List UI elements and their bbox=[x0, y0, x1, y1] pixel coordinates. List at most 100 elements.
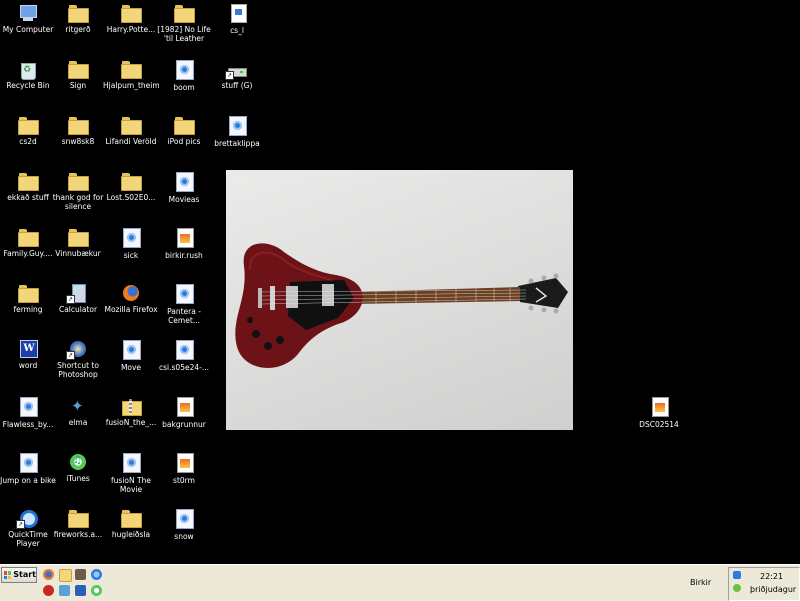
media-file-icon bbox=[176, 172, 194, 192]
image-file-icon bbox=[176, 228, 194, 248]
desktop-icon-my-computer[interactable]: My Computer bbox=[0, 0, 56, 54]
desktop-icon-itunes[interactable]: iTunes bbox=[50, 449, 106, 503]
clock-day: þriðjudagur bbox=[750, 585, 797, 594]
desktop-icon-folder[interactable]: snw8sk8 bbox=[50, 112, 106, 166]
desktop-icon-drive[interactable]: ↗ stuff (G) bbox=[209, 56, 265, 110]
icon-label: Jump on a bike bbox=[0, 477, 56, 485]
desktop-icon-photoshop[interactable]: ↗ Shortcut to Photoshop bbox=[50, 336, 106, 390]
desktop-icon-folder[interactable]: thank god for silence bbox=[50, 168, 106, 222]
icon-label: thank god for silence bbox=[52, 194, 104, 211]
desktop-icon-folder[interactable]: Lost.S02E0... bbox=[103, 168, 159, 222]
desktop-icon-folder[interactable]: Family.Guy.... bbox=[0, 224, 56, 278]
media-file-icon bbox=[123, 340, 141, 360]
desktop-icon-media[interactable]: csi.s05e24-... bbox=[156, 336, 212, 390]
icon-label: stuff (G) bbox=[221, 82, 253, 90]
icon-label: Mozilla Firefox bbox=[104, 306, 158, 314]
desktop-icon-recycle-bin[interactable]: Recycle Bin bbox=[0, 56, 56, 110]
desktop-icon-media[interactable]: Flawless_by... bbox=[0, 393, 56, 447]
desktop-icon-folder[interactable]: ekkað stuff bbox=[0, 168, 56, 222]
icon-label: Recycle Bin bbox=[6, 82, 50, 90]
quicklaunch-app-icon[interactable] bbox=[59, 585, 70, 596]
desktop-icon-firefox[interactable]: Mozilla Firefox bbox=[103, 280, 159, 334]
folder-icon bbox=[121, 4, 142, 23]
desktop-icon-image[interactable]: DSC02514 bbox=[631, 393, 687, 447]
icon-label: Harry.Potte... bbox=[106, 26, 156, 34]
desktop-icon-media[interactable]: fusioN The Movie bbox=[103, 449, 159, 503]
desktop-icon-folder[interactable]: fireworks.a... bbox=[50, 505, 106, 559]
folder-icon bbox=[68, 116, 89, 135]
folder-icon bbox=[18, 228, 39, 247]
desktop-icon-media[interactable]: sick bbox=[103, 224, 159, 278]
folder-icon bbox=[68, 4, 89, 23]
icon-label: Flawless_by... bbox=[2, 421, 54, 429]
icon-label: csi.s05e24-... bbox=[159, 364, 209, 372]
icon-label: elma bbox=[68, 419, 88, 427]
desktop-icon-image[interactable]: st0rm bbox=[156, 449, 212, 503]
desktop-icon-folder[interactable]: cs2d bbox=[0, 112, 56, 166]
word-icon: W bbox=[20, 340, 38, 358]
icon-label: Lost.S02E0... bbox=[106, 194, 156, 202]
icon-label: DSC02514 bbox=[639, 421, 679, 429]
folder-icon bbox=[174, 4, 195, 23]
folder-icon bbox=[121, 509, 142, 528]
media-file-icon bbox=[229, 116, 247, 136]
desktop-icon-media[interactable]: Jump on a bike bbox=[0, 449, 56, 503]
desktop-icon-zip[interactable]: fusioN_the_... bbox=[103, 393, 159, 447]
desktop-icon-quicktime[interactable]: ↗ QuickTime Player bbox=[0, 505, 56, 559]
icon-label: Sign bbox=[69, 82, 87, 90]
desktop-icon-folder[interactable]: ferming bbox=[0, 280, 56, 334]
desktop-icon-file[interactable]: cs_l bbox=[209, 0, 265, 54]
desktop-icon-folder[interactable]: Lifandi Veröld bbox=[103, 112, 159, 166]
folder-icon bbox=[174, 116, 195, 135]
quicklaunch-media-player-icon[interactable] bbox=[91, 569, 102, 580]
quicklaunch-firefox-icon[interactable] bbox=[43, 569, 54, 580]
quicklaunch-media-icon[interactable] bbox=[43, 585, 54, 596]
desktop-icon-folder[interactable]: iPod pics bbox=[156, 112, 212, 166]
clock-time[interactable]: 22:21 bbox=[760, 572, 783, 581]
quicktime-icon: ↗ bbox=[16, 509, 38, 529]
icon-label: Lifandi Veröld bbox=[105, 138, 157, 146]
icon-label: Movieas bbox=[168, 196, 200, 204]
icon-label: fusioN_the_... bbox=[105, 419, 157, 427]
media-file-icon bbox=[123, 453, 141, 473]
desktop-icon-image[interactable]: birkir.rush bbox=[156, 224, 212, 278]
quicklaunch-itunes-icon[interactable] bbox=[91, 585, 102, 596]
desktop-icon-folder[interactable]: Sign bbox=[50, 56, 106, 110]
desktop-icon-calculator[interactable]: ↗ Calculator bbox=[50, 280, 106, 334]
icon-label: bakgrunnur bbox=[162, 421, 206, 429]
desktop-icon-folder[interactable]: hugleiðsla bbox=[103, 505, 159, 559]
tray-network-icon[interactable] bbox=[733, 571, 741, 579]
icon-label: Family.Guy.... bbox=[3, 250, 53, 258]
desktop-icon-folder[interactable]: Hjalpum_theim bbox=[103, 56, 159, 110]
drive-icon: ↗ bbox=[225, 60, 247, 80]
guitar-illustration bbox=[235, 243, 568, 368]
quicklaunch-folder-icon[interactable] bbox=[59, 569, 72, 582]
desktop-icon-folder[interactable]: [1982] No Life 'til Leather bbox=[156, 0, 212, 54]
desktop-icon-folder[interactable]: ritgerð bbox=[50, 0, 106, 54]
desktop-icon-word[interactable]: W word bbox=[0, 336, 56, 390]
desktop-icon-folder[interactable]: Harry.Potte... bbox=[103, 0, 159, 54]
desktop-icon-media[interactable]: Move bbox=[103, 336, 159, 390]
desktop-icon-media[interactable]: Movieas bbox=[156, 168, 212, 222]
quicklaunch-image-icon[interactable] bbox=[75, 569, 86, 580]
folder-icon bbox=[121, 116, 142, 135]
icon-label: Pantera - Cemet... bbox=[167, 308, 201, 325]
quicklaunch-arrow-icon[interactable] bbox=[75, 585, 86, 596]
icon-label: Shortcut to Photoshop bbox=[57, 362, 99, 379]
icon-label: Calculator bbox=[58, 306, 98, 314]
desktop-icon-media[interactable]: boom bbox=[156, 56, 212, 110]
folder-icon bbox=[121, 172, 142, 191]
folder-icon bbox=[68, 228, 89, 247]
desktop-icon-media[interactable]: snow bbox=[156, 505, 212, 559]
photoshop-icon: ↗ bbox=[66, 340, 88, 360]
desktop-icon-folder[interactable]: Vinnubækur bbox=[50, 224, 106, 278]
media-file-icon bbox=[123, 228, 141, 248]
desktop-icon-elma[interactable]: elma bbox=[50, 393, 106, 447]
folder-icon bbox=[18, 172, 39, 191]
image-file-icon bbox=[176, 397, 194, 417]
desktop-icon-media[interactable]: Pantera - Cemet... bbox=[156, 280, 212, 334]
desktop-icon-image[interactable]: bakgrunnur bbox=[156, 393, 212, 447]
tray-app-icon[interactable] bbox=[733, 584, 741, 592]
start-button[interactable]: Start bbox=[1, 567, 37, 583]
desktop-icon-media[interactable]: brettaklippa bbox=[209, 112, 265, 166]
